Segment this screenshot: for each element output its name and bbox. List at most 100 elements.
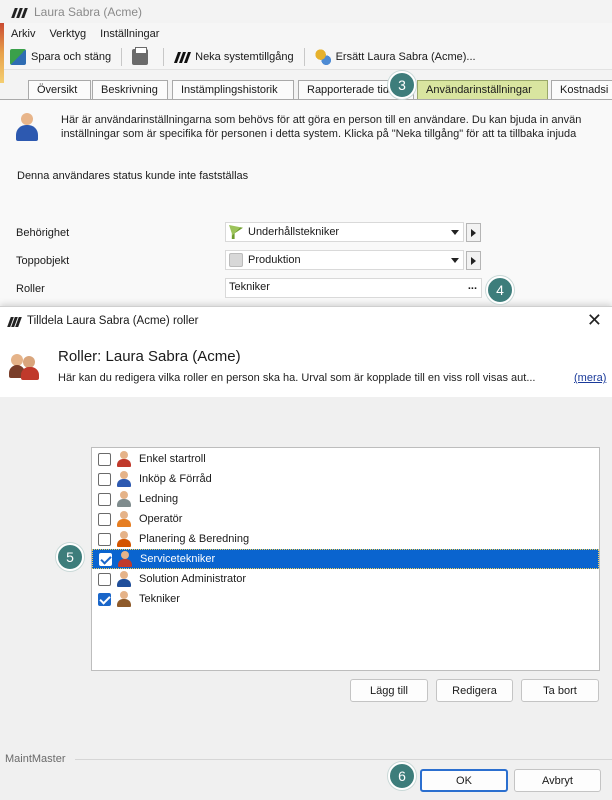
close-icon[interactable]: ✕: [587, 310, 602, 330]
role-checkbox[interactable]: [99, 552, 112, 566]
user-icon: [14, 113, 40, 141]
remove-button[interactable]: Ta bort: [521, 679, 599, 702]
dialog-header: Roller: Laura Sabra (Acme) Här kan du re…: [0, 335, 612, 397]
ok-button[interactable]: OK: [420, 769, 508, 792]
roles-field[interactable]: Tekniker ...: [225, 278, 482, 298]
menu-installningar[interactable]: Inställningar: [93, 28, 166, 40]
save-close-button[interactable]: Spara och stäng: [4, 46, 117, 68]
dialog-title: Tilldela Laura Sabra (Acme) roller: [27, 315, 199, 327]
tab-instamplingshistorik[interactable]: Instämplingshistorik: [172, 80, 294, 100]
window-title: Laura Sabra (Acme): [34, 4, 143, 19]
save-close-label: Spara och stäng: [31, 51, 112, 63]
tab-label: Rapporterade tid: [307, 84, 389, 96]
step-badge-6: 6: [388, 762, 416, 790]
add-button[interactable]: Lägg till: [350, 679, 428, 702]
person-icon: [117, 551, 133, 567]
window-titlebar: Laura Sabra (Acme): [0, 0, 612, 23]
role-checkbox[interactable]: [98, 512, 111, 526]
footer-label: MaintMaster: [5, 753, 66, 765]
role-checkbox[interactable]: [98, 592, 111, 606]
top-object-value: Produktion: [248, 254, 301, 266]
toolbar: Spara och stäng Neka systemtillgång Ersä…: [0, 45, 612, 70]
replace-person-button[interactable]: Ersätt Laura Sabra (Acme)...: [309, 46, 482, 68]
app-logo-icon: [174, 49, 192, 65]
menu-verktyg[interactable]: Verktyg: [42, 28, 93, 40]
replace-icon: [314, 49, 331, 65]
person-icon: [116, 491, 132, 507]
intro-line: inställningar som är specifika för perso…: [61, 128, 577, 140]
main-window: Laura Sabra (Acme) Arkiv Verktyg Inställ…: [0, 0, 612, 310]
tab-oversikt[interactable]: Översikt: [28, 80, 91, 100]
role-checkbox[interactable]: [98, 532, 111, 546]
step-badge-4: 4: [486, 276, 514, 304]
edit-button[interactable]: Redigera: [436, 679, 513, 702]
role-label: Solution Administrator: [139, 573, 246, 585]
app-logo-icon: [11, 6, 28, 18]
tab-anvandarinstallningar[interactable]: Användarinställningar: [417, 80, 548, 100]
app-logo-icon: [7, 315, 22, 327]
permission-dropdown[interactable]: Underhållstekniker: [225, 222, 464, 242]
cancel-button[interactable]: Avbryt: [514, 769, 601, 792]
person-icon: [116, 471, 132, 487]
role-item-planering-beredning[interactable]: Planering & Beredning: [92, 529, 599, 549]
person-icon: [116, 531, 132, 547]
top-object-label: Toppobjekt: [16, 255, 70, 267]
step-badge-5: 5: [56, 543, 84, 571]
dialog-description: Här kan du redigera vilka roller en pers…: [58, 372, 536, 384]
role-checkbox[interactable]: [98, 472, 111, 486]
roles-value: Tekniker: [229, 281, 270, 293]
role-item-servicetekniker[interactable]: Servicetekniker: [92, 549, 599, 569]
role-label: Enkel startroll: [139, 453, 206, 465]
role-label: Tekniker: [139, 593, 180, 605]
user-settings-panel: Här är användarinställningarna som behöv…: [0, 100, 612, 310]
deny-access-label: Neka systemtillgång: [195, 51, 294, 63]
dialog-heading: Roller: Laura Sabra (Acme): [58, 348, 241, 365]
menu-arkiv[interactable]: Arkiv: [4, 28, 42, 40]
role-item-ledning[interactable]: Ledning: [92, 489, 599, 509]
tab-label: Kostnadsi: [560, 84, 609, 96]
permission-label: Behörighet: [16, 227, 70, 239]
role-label: Ledning: [139, 493, 179, 505]
role-checkbox[interactable]: [98, 492, 111, 506]
permission-goto-button[interactable]: [466, 223, 481, 242]
toolbar-separator: [121, 48, 123, 66]
tab-bar: Översikt Beskrivning Instämplingshistori…: [0, 80, 612, 100]
object-icon: [229, 253, 243, 267]
tab-label: Instämplingshistorik: [181, 84, 278, 96]
role-label: Servicetekniker: [140, 553, 216, 565]
tab-beskrivning[interactable]: Beskrivning: [92, 80, 168, 100]
tab-label: Översikt: [37, 84, 78, 96]
person-icon: [116, 511, 132, 527]
role-label: Planering & Beredning: [139, 533, 250, 545]
roles-list: Enkel startroll Inköp & Förråd Ledning O…: [91, 447, 600, 671]
print-button[interactable]: [126, 46, 159, 68]
flag-icon: [229, 225, 243, 239]
intro-text: Här är användarinställningarna som behöv…: [61, 113, 612, 141]
role-item-inkop-forrad[interactable]: Inköp & Förråd: [92, 469, 599, 489]
role-item-tekniker[interactable]: Tekniker: [92, 589, 599, 609]
toolbar-separator: [303, 48, 305, 66]
print-icon: [132, 47, 149, 65]
save-icon: [10, 49, 26, 65]
deny-access-button[interactable]: Neka systemtillgång: [168, 46, 299, 68]
more-link[interactable]: (mera): [574, 372, 606, 384]
tab-kostnadsinfo[interactable]: Kostnadsi: [551, 80, 612, 100]
top-object-dropdown[interactable]: Produktion: [225, 250, 464, 270]
role-item-enkel-startroll[interactable]: Enkel startroll: [92, 449, 599, 469]
dialog-titlebar: Tilldela Laura Sabra (Acme) roller ✕: [0, 307, 612, 335]
top-object-goto-button[interactable]: [466, 251, 481, 270]
role-item-solution-administrator[interactable]: Solution Administrator: [92, 569, 599, 589]
step-badge-3: 3: [388, 71, 416, 99]
person-icon: [116, 591, 132, 607]
roles-icon: [9, 350, 41, 380]
role-checkbox[interactable]: [98, 572, 111, 586]
role-checkbox[interactable]: [98, 452, 111, 466]
roles-browse-button[interactable]: ...: [468, 280, 477, 292]
chevron-down-icon: [451, 230, 459, 235]
permission-value: Underhållstekniker: [248, 226, 340, 238]
window-edge-decoration: [0, 23, 4, 83]
chevron-down-icon: [451, 258, 459, 263]
intro-line: Här är användarinställningarna som behöv…: [61, 114, 582, 126]
tab-label: Beskrivning: [101, 84, 158, 96]
role-item-operator[interactable]: Operatör: [92, 509, 599, 529]
